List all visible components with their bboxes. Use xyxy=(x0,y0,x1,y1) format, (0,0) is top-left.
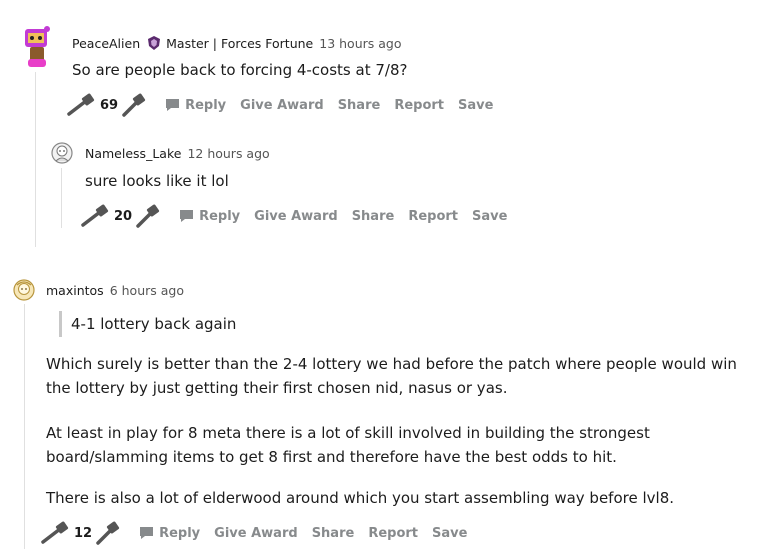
report-button[interactable]: Report xyxy=(408,209,458,224)
comment-author[interactable]: maxintos xyxy=(46,283,104,298)
comment-3-paragraph-2-line-1: At least in play for 8 meta there is a l… xyxy=(46,424,650,442)
avatar-nameless-lake[interactable] xyxy=(51,142,73,168)
vote-score: 20 xyxy=(114,208,133,224)
save-button[interactable]: Save xyxy=(472,209,507,224)
share-button[interactable]: Share xyxy=(312,526,355,541)
comment-author[interactable]: Nameless_Lake xyxy=(85,146,181,161)
hammer-downvote-icon xyxy=(122,93,146,117)
comment-3-paragraph-1-line-2: the lottery by just getting their first … xyxy=(46,379,508,397)
thread-line-3[interactable] xyxy=(24,304,25,549)
reply-button[interactable]: Reply xyxy=(139,526,200,541)
comment-3-actions: 12 Reply Give Award Share Report Save xyxy=(40,521,467,545)
comment-2-actions: 20 Reply Give Award Share Report Save xyxy=(80,204,507,228)
crest-icon xyxy=(148,36,161,50)
reply-button[interactable]: Reply xyxy=(165,98,226,113)
report-button[interactable]: Report xyxy=(368,526,418,541)
flair-text: Master | Forces Fortune xyxy=(166,35,314,51)
hammer-upvote-icon xyxy=(41,521,69,544)
comment-bubble-icon xyxy=(180,210,194,222)
comment-1-actions: 69 Reply Give Award Share Report Save xyxy=(66,93,493,117)
give-award-button[interactable]: Give Award xyxy=(240,98,324,113)
share-button[interactable]: Share xyxy=(338,98,381,113)
comment-1-body: So are people back to forcing 4-costs at… xyxy=(72,61,408,79)
report-button[interactable]: Report xyxy=(394,98,444,113)
comment-author[interactable]: PeaceAlien xyxy=(72,36,140,51)
comment-timestamp[interactable]: 13 hours ago xyxy=(319,36,401,51)
avatar-maxintos[interactable] xyxy=(13,279,35,305)
comment-3-paragraph-3: There is also a lot of elderwood around … xyxy=(46,489,675,507)
hammer-upvote-icon xyxy=(67,93,95,116)
upvote-button[interactable] xyxy=(40,521,70,545)
avatar-peacealien[interactable] xyxy=(22,25,52,73)
downvote-button[interactable] xyxy=(121,93,147,117)
blockquote-bar xyxy=(59,311,62,337)
upvote-button[interactable] xyxy=(80,204,110,228)
comment-timestamp[interactable]: 12 hours ago xyxy=(187,146,269,161)
hammer-downvote-icon xyxy=(96,521,120,545)
comment-3-header: maxintos 6 hours ago xyxy=(46,283,184,298)
reply-label: Reply xyxy=(185,97,227,113)
comment-2-body: sure looks like it lol xyxy=(85,172,229,190)
hammer-downvote-icon xyxy=(136,204,160,228)
comment-bubble-icon xyxy=(140,527,154,539)
downvote-button[interactable] xyxy=(135,204,161,228)
comment-1-header: PeaceAlien Master | Forces Fortune 13 ho… xyxy=(72,35,402,51)
comment-3-paragraph-2-line-2: board/slamming items to get 8 first and … xyxy=(46,448,617,466)
thread-line-1[interactable] xyxy=(35,72,36,247)
comment-3-paragraph-1-line-1: Which surely is better than the 2-4 lott… xyxy=(46,355,737,373)
give-award-button[interactable]: Give Award xyxy=(254,209,338,224)
downvote-button[interactable] xyxy=(95,521,121,545)
comment-2-header: Nameless_Lake 12 hours ago xyxy=(85,146,270,161)
user-flair: Master | Forces Fortune xyxy=(146,35,313,51)
reply-label: Reply xyxy=(199,208,241,224)
vote-score: 12 xyxy=(74,525,93,541)
give-award-button[interactable]: Give Award xyxy=(214,526,298,541)
save-button[interactable]: Save xyxy=(458,98,493,113)
reply-button[interactable]: Reply xyxy=(179,209,240,224)
save-button[interactable]: Save xyxy=(432,526,467,541)
upvote-button[interactable] xyxy=(66,93,96,117)
thread-line-2[interactable] xyxy=(61,168,62,228)
comment-bubble-icon xyxy=(166,99,180,111)
reply-label: Reply xyxy=(159,525,201,541)
comment-timestamp[interactable]: 6 hours ago xyxy=(110,283,184,298)
share-button[interactable]: Share xyxy=(352,209,395,224)
blockquote-text: 4-1 lottery back again xyxy=(71,315,237,333)
hammer-upvote-icon xyxy=(81,204,109,227)
vote-score: 69 xyxy=(100,97,119,113)
